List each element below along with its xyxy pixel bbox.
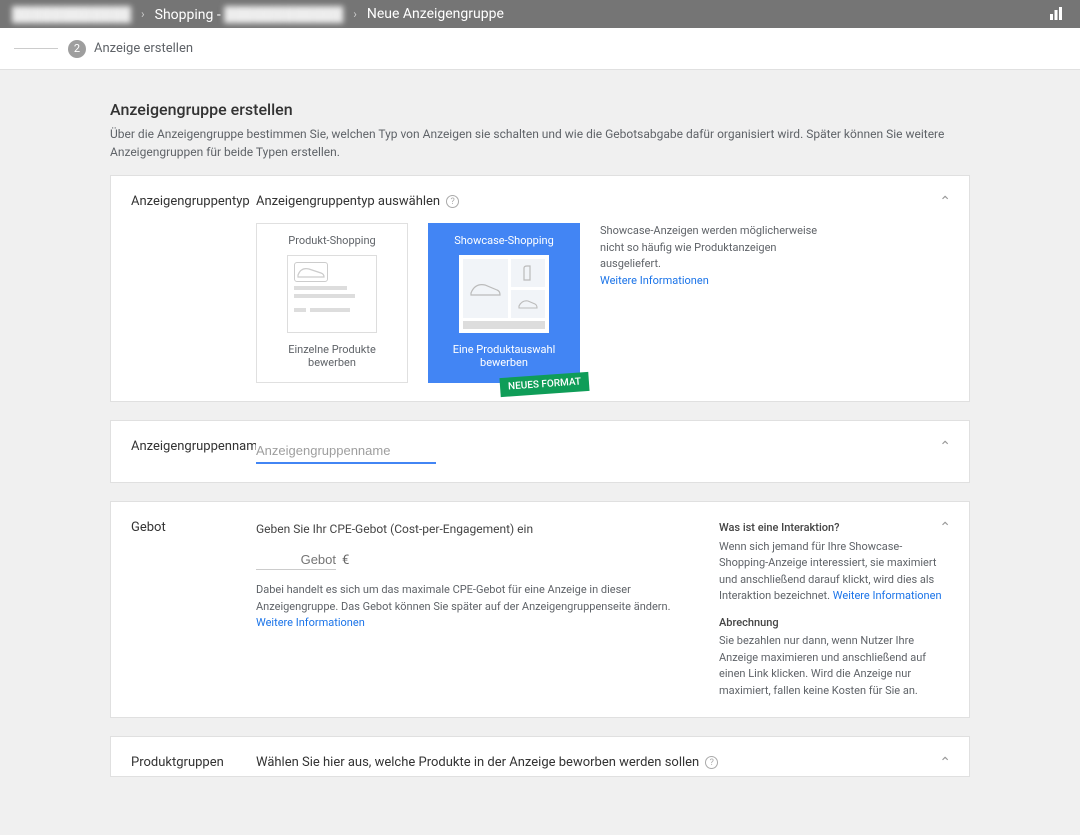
chevron-right-icon: › — [353, 7, 357, 21]
crumb-campaign[interactable]: Shopping - ████████████ — [155, 6, 344, 23]
stepper-circle: 2 — [68, 40, 86, 58]
card-showcase-shopping[interactable]: Showcase-Shopping Eine Produktauswahl be… — [428, 223, 580, 383]
type-info: Showcase-Anzeigen werden möglicherweise … — [600, 223, 830, 383]
collapse-icon[interactable]: ⌃ — [939, 194, 951, 210]
page-subtitle: Über die Anzeigengruppe bestimmen Sie, w… — [110, 125, 970, 161]
crumb-account[interactable]: ████████████ — [12, 6, 131, 23]
product-illustration — [287, 255, 377, 333]
interaction-info-link[interactable]: Weitere Informationen — [833, 589, 942, 602]
bid-instruction: Geben Sie Ihr CPE-Gebot (Cost-per-Engage… — [256, 520, 689, 538]
bid-note-link[interactable]: Weitere Informationen — [256, 616, 365, 629]
adgroup-name-input[interactable] — [256, 439, 436, 464]
chevron-right-icon: › — [141, 7, 145, 21]
type-label: Anzeigengruppentyp — [131, 194, 256, 383]
collapse-icon[interactable]: ⌃ — [939, 439, 951, 455]
product-groups-panel: ⌃ Produktgruppen Wählen Sie hier aus, we… — [110, 736, 970, 777]
bid-label: Gebot — [131, 520, 256, 699]
type-subhead: Anzeigengruppentyp auswählen — [256, 194, 440, 209]
help-icon[interactable]: ? — [705, 756, 718, 769]
bid-panel: ⌃ Gebot Geben Sie Ihr CPE-Gebot (Cost-pe… — [110, 501, 970, 718]
stepper-label: Anzeige erstellen — [94, 41, 193, 56]
bid-input[interactable] — [256, 550, 336, 570]
card-product-shopping[interactable]: Produkt-Shopping Einzelne Produkte bewer… — [256, 223, 408, 383]
stepper: 2 Anzeige erstellen — [0, 28, 1080, 70]
stepper-line — [14, 48, 58, 49]
productgroups-instruction: Wählen Sie hier aus, welche Produkte in … — [256, 755, 699, 770]
collapse-icon[interactable]: ⌃ — [939, 755, 951, 771]
type-info-link[interactable]: Weitere Informationen — [600, 274, 709, 287]
collapse-icon[interactable]: ⌃ — [939, 520, 951, 536]
bid-info: Was ist eine Interaktion? Wenn sich jema… — [719, 520, 949, 699]
breadcrumb-header: ████████████ › Shopping - ████████████ ›… — [0, 0, 1080, 28]
page-title: Anzeigengruppe erstellen — [110, 100, 970, 119]
help-icon[interactable]: ? — [446, 195, 459, 208]
crumb-current: Neue Anzeigengruppe — [367, 6, 504, 22]
adgroup-name-panel: ⌃ Anzeigengruppenname — [110, 420, 970, 483]
currency-label: € — [342, 553, 349, 568]
showcase-illustration — [459, 255, 549, 333]
new-format-badge: NEUES FORMAT — [499, 372, 589, 397]
name-label: Anzeigengruppenname — [131, 439, 256, 464]
adgroup-type-panel: ⌃ Anzeigengruppentyp Anzeigengruppentyp … — [110, 175, 970, 402]
productgroups-label: Produktgruppen — [131, 755, 256, 770]
bid-note: Dabei handelt es sich um das maximale CP… — [256, 582, 689, 632]
bar-chart-icon[interactable] — [1044, 2, 1068, 26]
